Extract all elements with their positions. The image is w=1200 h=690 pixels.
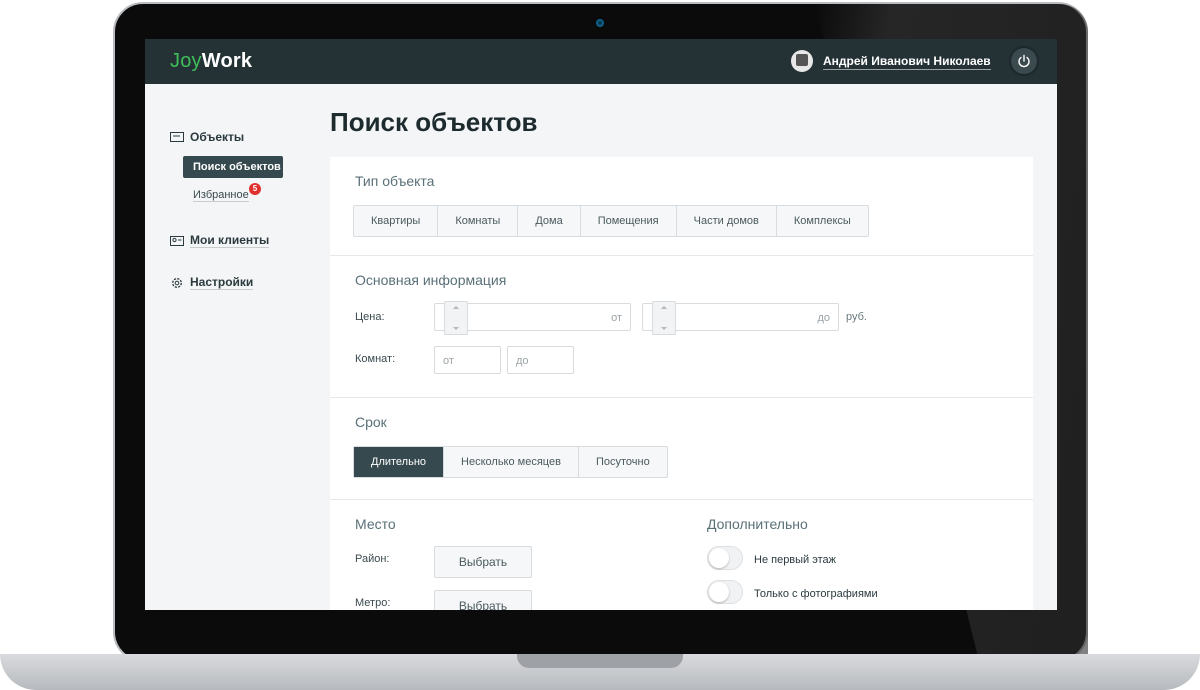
currency-label: руб. <box>846 311 867 323</box>
term-option[interactable]: Несколько месяцев <box>444 447 579 477</box>
webcam <box>596 19 604 27</box>
object-type-option[interactable]: Части домов <box>677 206 777 236</box>
price-from-input[interactable]: от <box>434 301 631 335</box>
district-label: Район: <box>355 553 390 565</box>
rooms-from-placeholder: от <box>443 355 454 367</box>
not-first-floor-toggle[interactable] <box>707 546 743 570</box>
gear-icon <box>172 277 182 288</box>
object-type-option[interactable]: Квартиры <box>354 206 439 236</box>
section-title: Срок <box>355 414 387 430</box>
choose-metro-button[interactable]: Выбрать <box>434 590 532 610</box>
logout-button[interactable] <box>1011 48 1037 74</box>
object-type-option[interactable]: Помещения <box>581 206 677 236</box>
favorites-count-badge: 5 <box>249 183 261 195</box>
contact-card-icon <box>170 235 184 246</box>
with-photos-toggle[interactable] <box>707 580 743 604</box>
logo-work: Work <box>201 50 253 72</box>
price-label: Цена: <box>355 311 385 323</box>
term-option-selected[interactable]: Длительно <box>354 447 445 477</box>
rooms-to-placeholder: до <box>516 355 529 367</box>
section-title: Место <box>355 516 396 532</box>
sidebar-item-label: Объекты <box>190 130 245 144</box>
place-extra-section: Место Район: Выбрать Метро: Выбрать Допо… <box>330 500 1033 610</box>
basic-info-section: Основная информация Цена: от до руб. Ком… <box>330 256 1033 398</box>
user-name-link[interactable]: Андрей Иванович Николаев <box>823 54 991 70</box>
top-bar: JoyWork Андрей Иванович Николаев <box>145 39 1057 84</box>
section-title: Основная информация <box>355 272 507 288</box>
object-type-selector: Квартиры Комнаты Дома Помещения Части до… <box>353 205 869 237</box>
metro-label: Метро: <box>355 597 391 609</box>
sidebar-item-favorites[interactable]: Избранное <box>193 189 249 202</box>
sidebar: Объекты Поиск объектов Избранное 5 Мои к… <box>145 84 315 610</box>
laptop-base-notch <box>517 654 683 668</box>
term-option[interactable]: Посуточно <box>579 447 667 477</box>
sidebar-item-objects[interactable]: Объекты <box>170 130 244 144</box>
rooms-from-input[interactable]: от <box>434 346 501 374</box>
sidebar-item-clients[interactable]: Мои клиенты <box>170 233 270 248</box>
object-type-section: Тип объекта Квартиры Комнаты Дома Помеще… <box>330 157 1033 256</box>
rooms-to-input[interactable]: до <box>507 346 574 374</box>
object-type-option[interactable]: Дома <box>518 206 581 236</box>
app-screen: JoyWork Андрей Иванович Николаев Объекты… <box>145 39 1057 610</box>
toggle-label: Не первый этаж <box>754 554 837 566</box>
section-title: Тип объекта <box>355 173 435 189</box>
avatar[interactable] <box>791 50 813 72</box>
price-to-placeholder: до <box>817 312 830 324</box>
sidebar-item-settings[interactable]: Настройки <box>170 275 254 290</box>
page-title: Поиск объектов <box>330 107 538 137</box>
choose-district-button[interactable]: Выбрать <box>434 546 532 578</box>
card-icon <box>170 132 184 142</box>
logo-joy: Joy <box>170 50 202 72</box>
app-logo[interactable]: JoyWork <box>170 50 252 73</box>
sidebar-item-label: Мои клиенты <box>190 233 270 248</box>
object-type-option[interactable]: Комплексы <box>777 206 868 236</box>
power-icon <box>1018 54 1030 68</box>
price-to-stepper[interactable] <box>652 301 676 335</box>
object-type-option[interactable]: Комнаты <box>438 206 519 236</box>
sidebar-item-label: Настройки <box>190 275 254 290</box>
price-to-input[interactable]: до <box>642 301 839 335</box>
rooms-label: Комнат: <box>355 353 396 365</box>
toggle-label: Только с фотографиями <box>754 588 878 600</box>
term-selector: Длительно Несколько месяцев Посуточно <box>353 446 668 478</box>
price-from-stepper[interactable] <box>444 301 468 335</box>
sidebar-item-search[interactable]: Поиск объектов <box>183 156 283 178</box>
price-from-placeholder: от <box>611 312 622 324</box>
term-section: Срок Длительно Несколько месяцев Посуточ… <box>330 398 1033 500</box>
search-form-panel: Тип объекта Квартиры Комнаты Дома Помеще… <box>330 157 1033 610</box>
section-title: Дополнительно <box>707 516 808 532</box>
